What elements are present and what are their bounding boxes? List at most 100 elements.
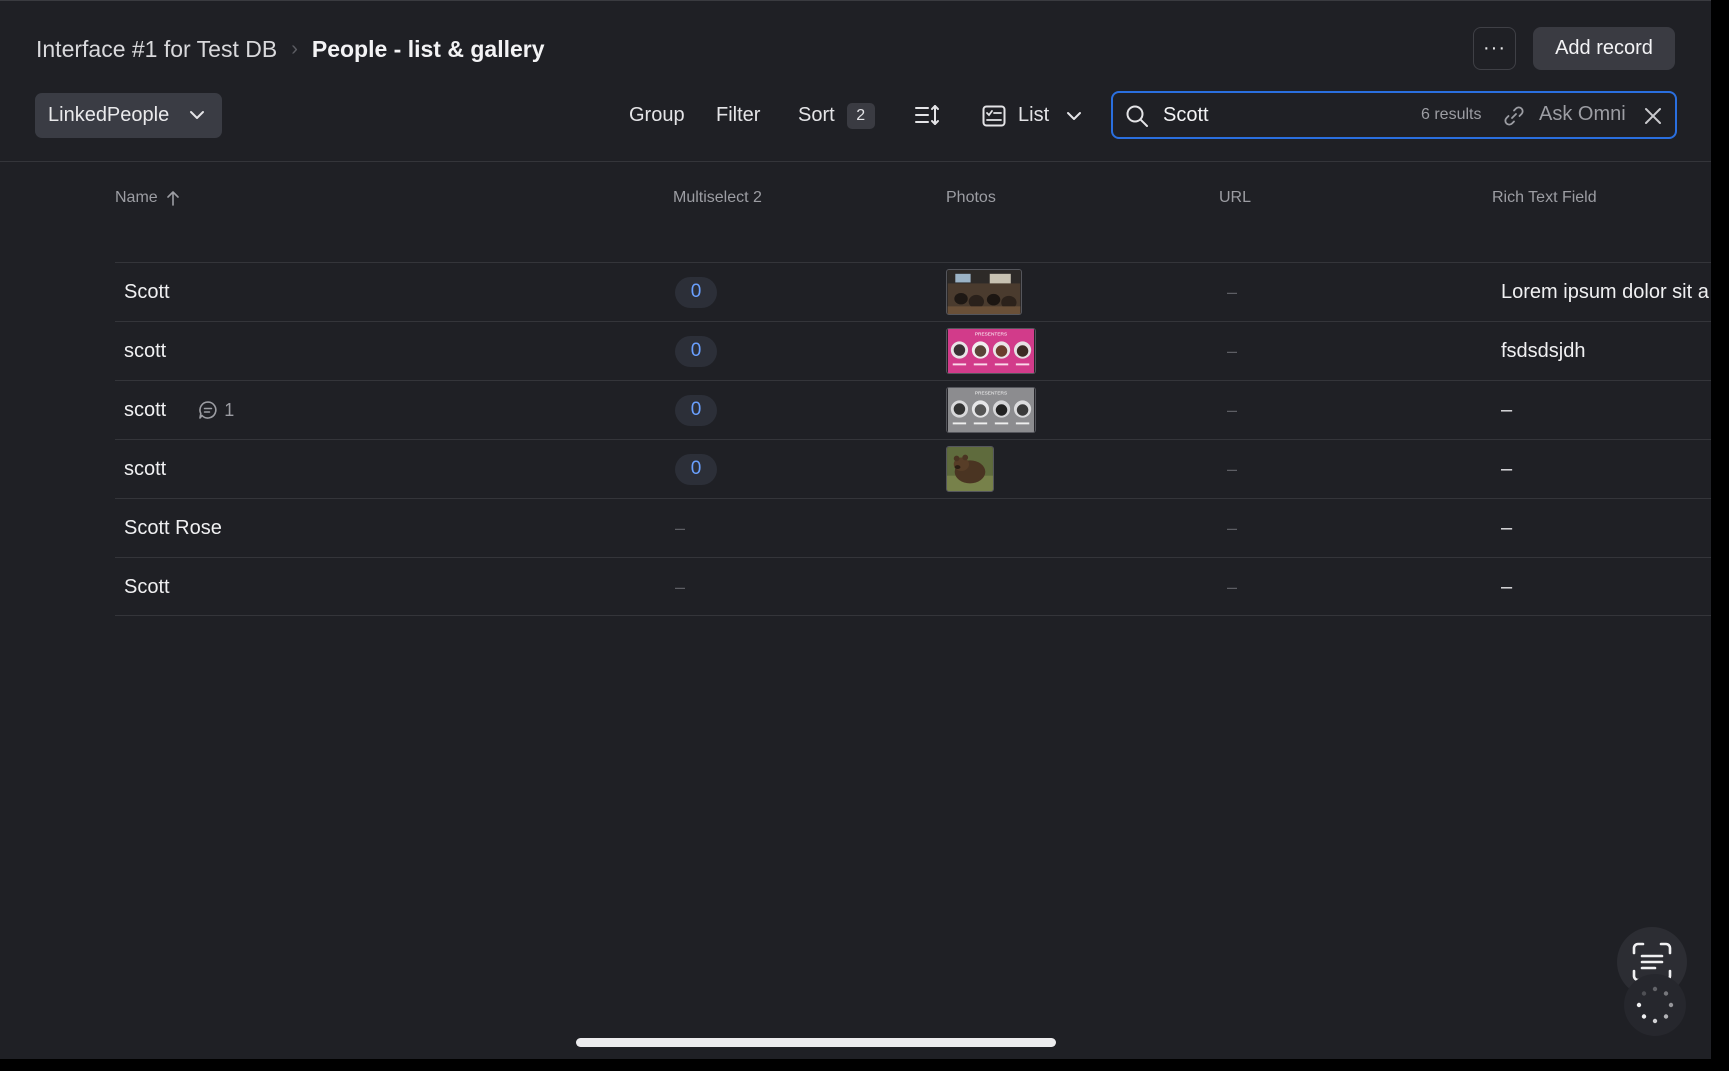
table-row[interactable]: Scott – – – <box>115 557 1711 616</box>
close-icon[interactable] <box>1643 106 1663 126</box>
sort-button[interactable]: Sort 2 <box>798 93 875 138</box>
empty-value: – <box>675 576 686 597</box>
sort-count-badge: 2 <box>846 102 875 129</box>
sort-label: Sort <box>798 104 835 126</box>
table-row[interactable]: scott 1 0 PRESENTERS – – <box>115 380 1711 439</box>
more-options-button[interactable]: ··· <box>1473 27 1516 70</box>
name-text: scott <box>124 398 167 421</box>
name-cell: Scott Rose <box>124 499 222 557</box>
column-header-rich-text[interactable]: Rich Text Field <box>1492 189 1597 207</box>
rich-text-cell: Lorem ipsum dolor sit a <box>1501 263 1709 321</box>
empty-value: – <box>1501 575 1513 598</box>
bear-thumbnail[interactable] <box>946 446 994 492</box>
multiselect-pill: 0 <box>675 394 717 426</box>
column-header-name[interactable]: Name <box>115 189 180 207</box>
group-button[interactable]: Group <box>629 93 685 138</box>
presenters-thumbnail[interactable]: PRESENTERS <box>946 328 1036 374</box>
row-height-icon[interactable] <box>914 103 940 127</box>
name-cell: scott <box>124 322 166 380</box>
rich-text-cell: – <box>1501 440 1512 498</box>
rich-text-cell: – <box>1501 499 1512 557</box>
comment-count-badge[interactable]: 1 <box>198 400 234 421</box>
chevron-down-icon <box>190 111 204 119</box>
table-row[interactable]: scott 0 – – <box>115 439 1711 498</box>
home-indicator[interactable] <box>576 1038 1056 1047</box>
list-view-icon <box>982 105 1006 126</box>
photos-cell: PRESENTERS <box>946 322 1036 380</box>
chevron-right-icon: › <box>291 37 298 60</box>
breadcrumb: Interface #1 for Test DB › People - list… <box>36 31 545 67</box>
presenters-thumbnail[interactable]: PRESENTERS <box>946 387 1036 433</box>
empty-value: – <box>1227 340 1238 361</box>
toolbar-divider <box>0 161 1711 162</box>
filter-button[interactable]: Filter <box>716 93 760 138</box>
spinner-icon <box>1636 986 1674 1024</box>
view-type-select[interactable]: List <box>982 93 1083 138</box>
url-cell: – <box>1227 322 1237 380</box>
add-record-button[interactable]: Add record <box>1533 27 1675 70</box>
empty-value: – <box>1501 457 1513 480</box>
name-text: Scott Rose <box>124 516 222 539</box>
empty-value: – <box>1227 576 1238 597</box>
multiselect-cell: 0 <box>675 263 717 321</box>
rich-text-value: Lorem ipsum dolor sit a <box>1501 280 1709 303</box>
name-text: scott <box>124 457 167 480</box>
url-cell: – <box>1227 499 1237 557</box>
table-row[interactable]: Scott 0 – Lorem ipsum dolor sit a <box>115 262 1711 321</box>
url-cell: – <box>1227 381 1237 439</box>
empty-value: – <box>1227 281 1238 302</box>
svg-text:PRESENTERS: PRESENTERS <box>975 391 1007 397</box>
conference-room-thumbnail[interactable] <box>946 269 1022 315</box>
view-type-label: List <box>1018 104 1050 126</box>
comment-icon <box>199 401 217 419</box>
multiselect-cell: 0 <box>675 440 717 498</box>
multiselect-pill: 0 <box>675 276 717 308</box>
photos-cell: PRESENTERS <box>946 381 1036 439</box>
ellipsis-icon: ··· <box>1483 37 1506 59</box>
empty-value: – <box>1501 516 1513 539</box>
multiselect-pill: 0 <box>675 335 717 367</box>
multiselect-cell: – <box>675 558 685 616</box>
rich-text-value: fsdsdsjdh <box>1501 339 1586 362</box>
photos-cell <box>946 263 1022 321</box>
table-row[interactable]: scott 0 PRESENTERS – fsdsdsjdh <box>115 321 1711 380</box>
source-table-select[interactable]: LinkedPeople <box>35 93 222 138</box>
column-header-url[interactable]: URL <box>1219 189 1251 207</box>
search-box: 6 results Ask Omni <box>1111 91 1677 139</box>
column-header-label: Name <box>115 189 158 206</box>
window-bottom-edge <box>0 1059 1711 1071</box>
empty-value: – <box>1501 398 1513 421</box>
svg-text:PRESENTERS: PRESENTERS <box>975 332 1007 338</box>
page-title: People - list & gallery <box>311 35 545 62</box>
app-window: Interface #1 for Test DB › People - list… <box>0 0 1711 1071</box>
name-text: scott <box>124 339 167 362</box>
photos-cell <box>946 440 994 498</box>
multiselect-pill: 0 <box>675 453 717 485</box>
name-text: Scott <box>124 280 170 303</box>
column-header-multiselect[interactable]: Multiselect 2 <box>673 189 762 207</box>
rich-text-cell: fsdsdsjdh <box>1501 322 1586 380</box>
search-icon <box>1126 105 1148 127</box>
table-row[interactable]: Scott Rose – – – <box>115 498 1711 557</box>
url-cell: – <box>1227 263 1237 321</box>
empty-value: – <box>1227 399 1238 420</box>
name-text: Scott <box>124 575 170 598</box>
multiselect-cell: 0 <box>675 322 717 380</box>
empty-value: – <box>1227 458 1238 479</box>
ask-omni-button[interactable]: Ask Omni <box>1539 103 1626 126</box>
name-cell: Scott <box>124 263 170 321</box>
empty-value: – <box>675 517 686 538</box>
breadcrumb-interface-link[interactable]: Interface #1 for Test DB <box>36 36 277 63</box>
rich-text-cell: – <box>1501 558 1512 616</box>
rich-text-cell: – <box>1501 381 1512 439</box>
link-icon[interactable] <box>1503 105 1525 127</box>
search-results-count: 6 results <box>1421 106 1482 123</box>
url-cell: – <box>1227 558 1237 616</box>
name-cell: Scott <box>124 558 170 616</box>
comment-count: 1 <box>224 399 235 420</box>
source-table-label: LinkedPeople <box>48 104 170 126</box>
search-input[interactable] <box>1163 101 1383 129</box>
arrow-up-icon <box>166 191 179 206</box>
chevron-down-icon <box>1067 111 1082 120</box>
column-header-photos[interactable]: Photos <box>946 189 996 207</box>
